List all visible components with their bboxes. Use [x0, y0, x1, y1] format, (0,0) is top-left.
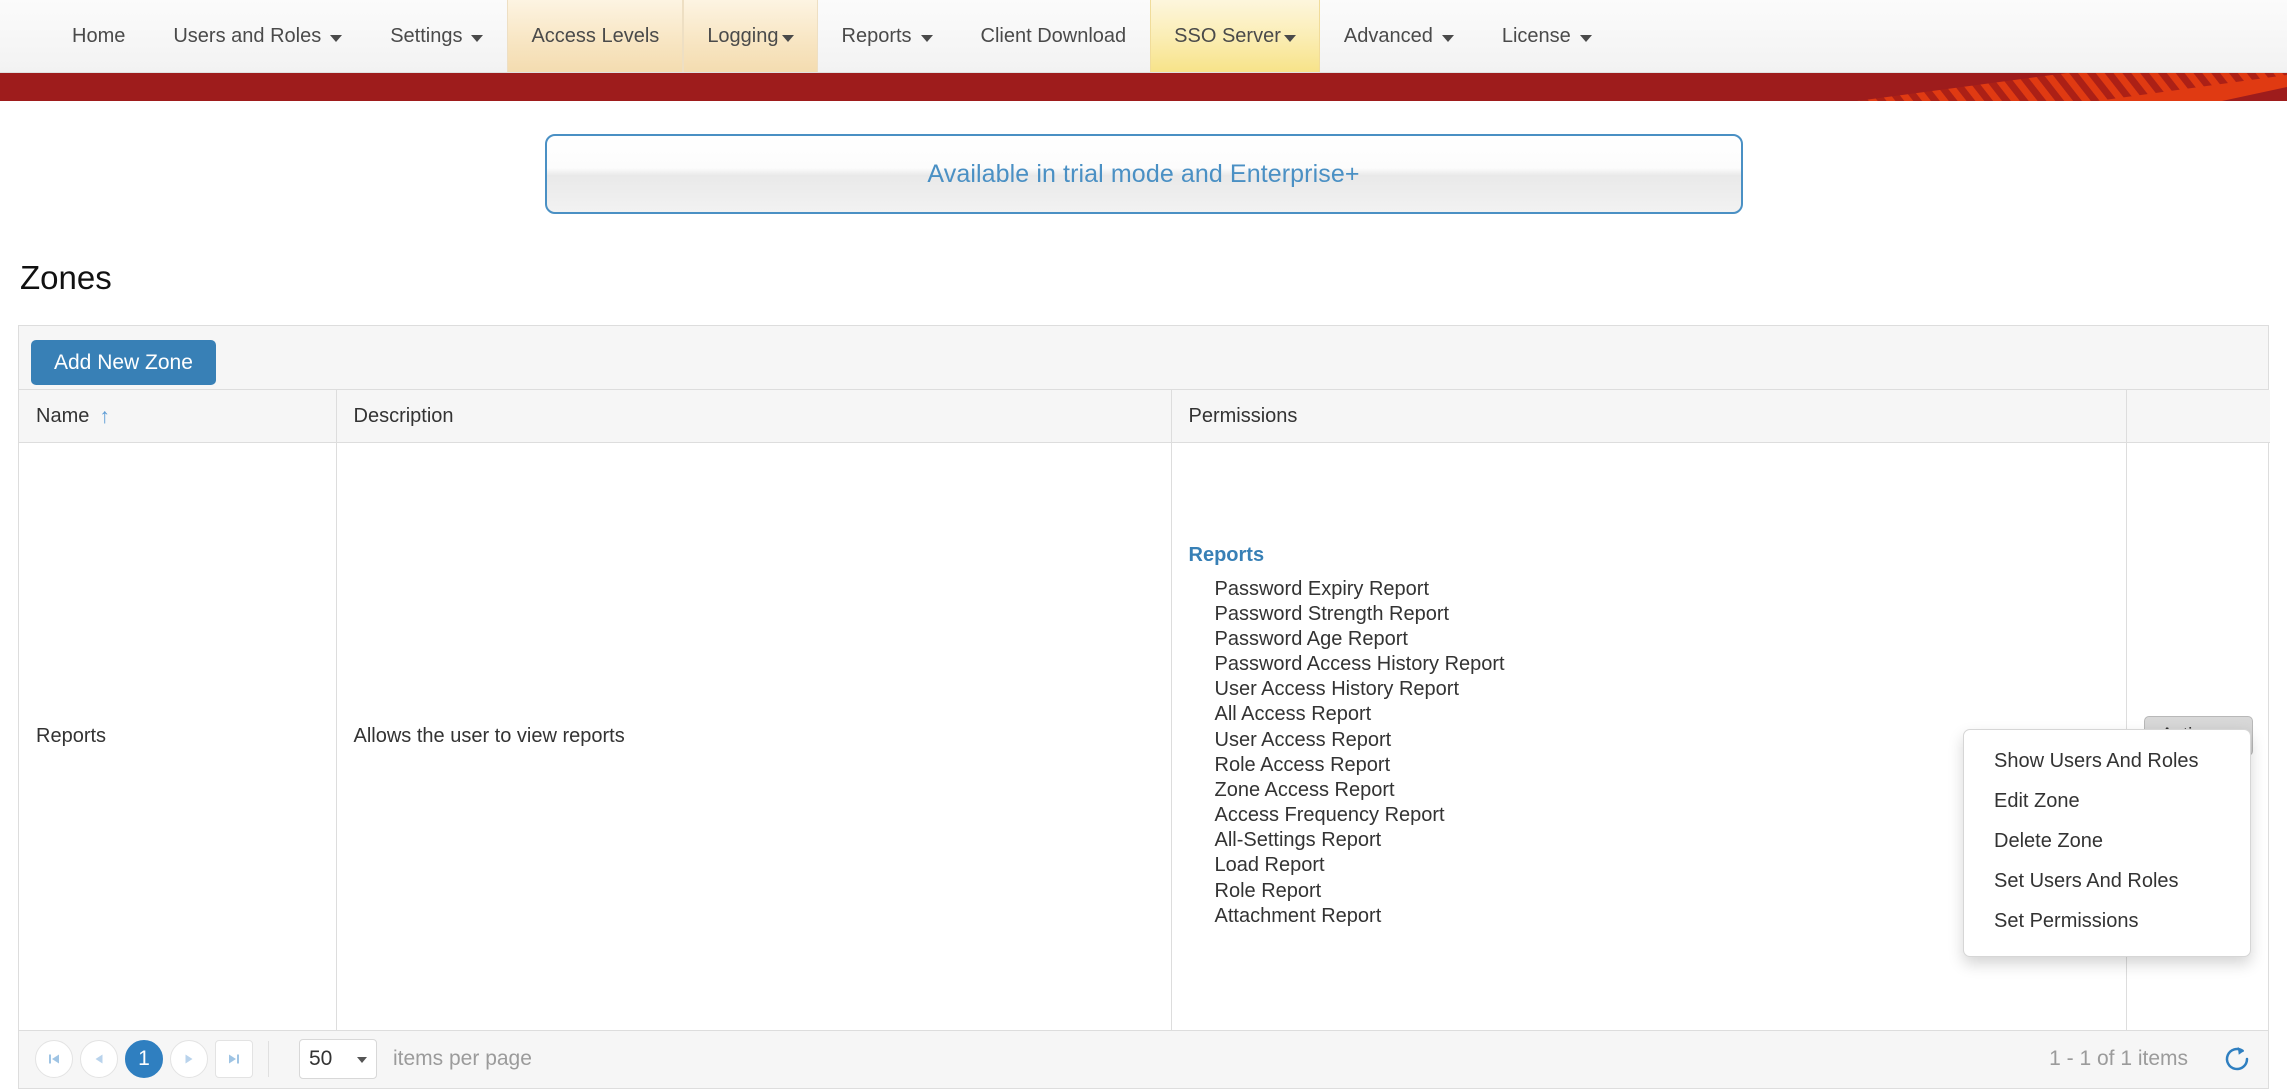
pager-page-1-button[interactable]: 1 — [125, 1040, 163, 1078]
chevron-down-icon — [1441, 34, 1454, 42]
chevron-down-icon — [1579, 34, 1592, 42]
column-header-permissions[interactable]: Permissions — [1171, 390, 2127, 443]
next-page-icon — [185, 1054, 193, 1064]
column-header-label: Permissions — [1188, 404, 1298, 427]
nav-item-reports[interactable]: Reports — [818, 0, 957, 72]
nav-item-label: Advanced — [1343, 24, 1433, 47]
nav-item-label: Users and Roles — [173, 24, 322, 47]
add-new-zone-button[interactable]: Add New Zone — [31, 340, 216, 386]
zones-table-head: Name ↑ Description Permissions — [19, 390, 2270, 443]
nav-item-license[interactable]: License — [1478, 0, 1616, 72]
column-header-actions — [2126, 390, 2270, 443]
pager-first-page-button[interactable] — [35, 1040, 73, 1078]
chevron-down-icon — [357, 1057, 367, 1063]
list-item: All Access Report — [1214, 703, 1372, 726]
nav-item-label: Settings — [390, 24, 463, 47]
column-header-name[interactable]: Name ↑ — [19, 390, 337, 443]
list-item: Password Age Report — [1214, 627, 1408, 650]
pager-prev-page-button[interactable] — [80, 1040, 118, 1078]
menu-item-set-permissions[interactable]: Set Permissions — [1964, 902, 2250, 942]
pager-last-page-button[interactable] — [215, 1040, 253, 1078]
column-header-label: Name — [36, 405, 90, 427]
trial-mode-banner: Available in trial mode and Enterprise+ — [544, 134, 1743, 214]
table-row: Reports Allows the user to view reports … — [19, 442, 2270, 1030]
nav-item-advanced[interactable]: Advanced — [1320, 0, 1478, 72]
column-header-label: Description — [353, 404, 454, 427]
zones-grid: Add New Zone Name ↑ Description Permissi… — [18, 325, 2270, 1089]
nav-item-label: Client Download — [980, 24, 1127, 47]
menu-item-edit-zone[interactable]: Edit Zone — [1964, 782, 2250, 822]
pager-range-label: 1 - 1 of 1 items — [2049, 1047, 2188, 1070]
chevron-down-icon — [330, 34, 343, 42]
chevron-down-icon — [920, 34, 933, 42]
list-item: User Access History Report — [1214, 678, 1460, 701]
nav-item-label: Home — [72, 24, 126, 47]
sort-ascending-icon[interactable]: ↑ — [99, 405, 110, 429]
column-header-description[interactable]: Description — [336, 390, 1172, 443]
page-size-select[interactable]: 50 — [299, 1039, 377, 1079]
prev-page-icon — [95, 1054, 103, 1064]
nav-item-client-download[interactable]: Client Download — [957, 0, 1151, 72]
table-header-row: Name ↑ Description Permissions — [19, 390, 2270, 443]
menu-item-delete-zone[interactable]: Delete Zone — [1964, 822, 2250, 862]
chevron-down-icon — [781, 34, 794, 42]
list-item: Password Strength Report — [1214, 602, 1450, 625]
chevron-down-icon — [1283, 34, 1296, 42]
nav-item-label: Access Levels — [531, 24, 660, 47]
trial-banner-wrapper: Available in trial mode and Enterprise+ — [18, 101, 2269, 214]
page-title: Zones — [20, 259, 112, 296]
page-size-value: 50 — [309, 1047, 333, 1070]
actions-dropdown-menu: Show Users And Roles Edit Zone Delete Zo… — [1963, 729, 2251, 957]
permission-group-title: Reports — [1188, 543, 1265, 566]
pager-divider — [268, 1041, 269, 1077]
pager-page-number: 1 — [138, 1047, 150, 1070]
zones-table: Name ↑ Description Permissions Reports A… — [19, 390, 2270, 1030]
nav-item-label: License — [1501, 24, 1571, 47]
trial-banner-text: Available in trial mode and Enterprise+ — [927, 159, 1360, 188]
nav-item-access-levels[interactable]: Access Levels — [507, 0, 684, 72]
last-page-icon — [229, 1054, 239, 1064]
cell-zone-description: Allows the user to view reports — [336, 442, 1172, 1030]
decorative-stripes-graphic — [1857, 73, 2287, 101]
main-navbar: Home Users and Roles Settings Access Lev… — [0, 0, 2287, 73]
menu-item-set-users-and-roles[interactable]: Set Users And Roles — [1964, 862, 2250, 902]
list-item: Password Access History Report — [1214, 653, 1505, 676]
grid-pager: 1 50 items per page 1 - 1 of 1 items — [19, 1029, 2268, 1088]
nav-item-home[interactable]: Home — [48, 0, 149, 72]
chevron-down-icon — [471, 34, 484, 42]
nav-item-label: Logging — [707, 24, 779, 47]
first-page-icon — [49, 1054, 59, 1064]
list-item: Password Expiry Report — [1214, 577, 1430, 600]
brand-header-band — [0, 73, 2287, 101]
nav-item-label: Reports — [841, 24, 912, 47]
grid-toolbar: Add New Zone — [19, 326, 2268, 390]
cell-zone-name: Reports — [19, 442, 337, 1030]
nav-item-sso-server[interactable]: SSO Server — [1150, 0, 1320, 72]
pager-next-page-button[interactable] — [170, 1040, 208, 1078]
items-per-page-label: items per page — [393, 1047, 532, 1070]
menu-item-show-users-and-roles[interactable]: Show Users And Roles — [1964, 742, 2250, 782]
nav-item-logging[interactable]: Logging — [683, 0, 818, 72]
zones-table-body: Reports Allows the user to view reports … — [19, 442, 2270, 1030]
main-content: Available in trial mode and Enterprise+ … — [0, 101, 2287, 1089]
nav-item-label: SSO Server — [1174, 24, 1281, 47]
nav-item-settings[interactable]: Settings — [366, 0, 507, 72]
nav-item-users-and-roles[interactable]: Users and Roles — [149, 0, 366, 72]
